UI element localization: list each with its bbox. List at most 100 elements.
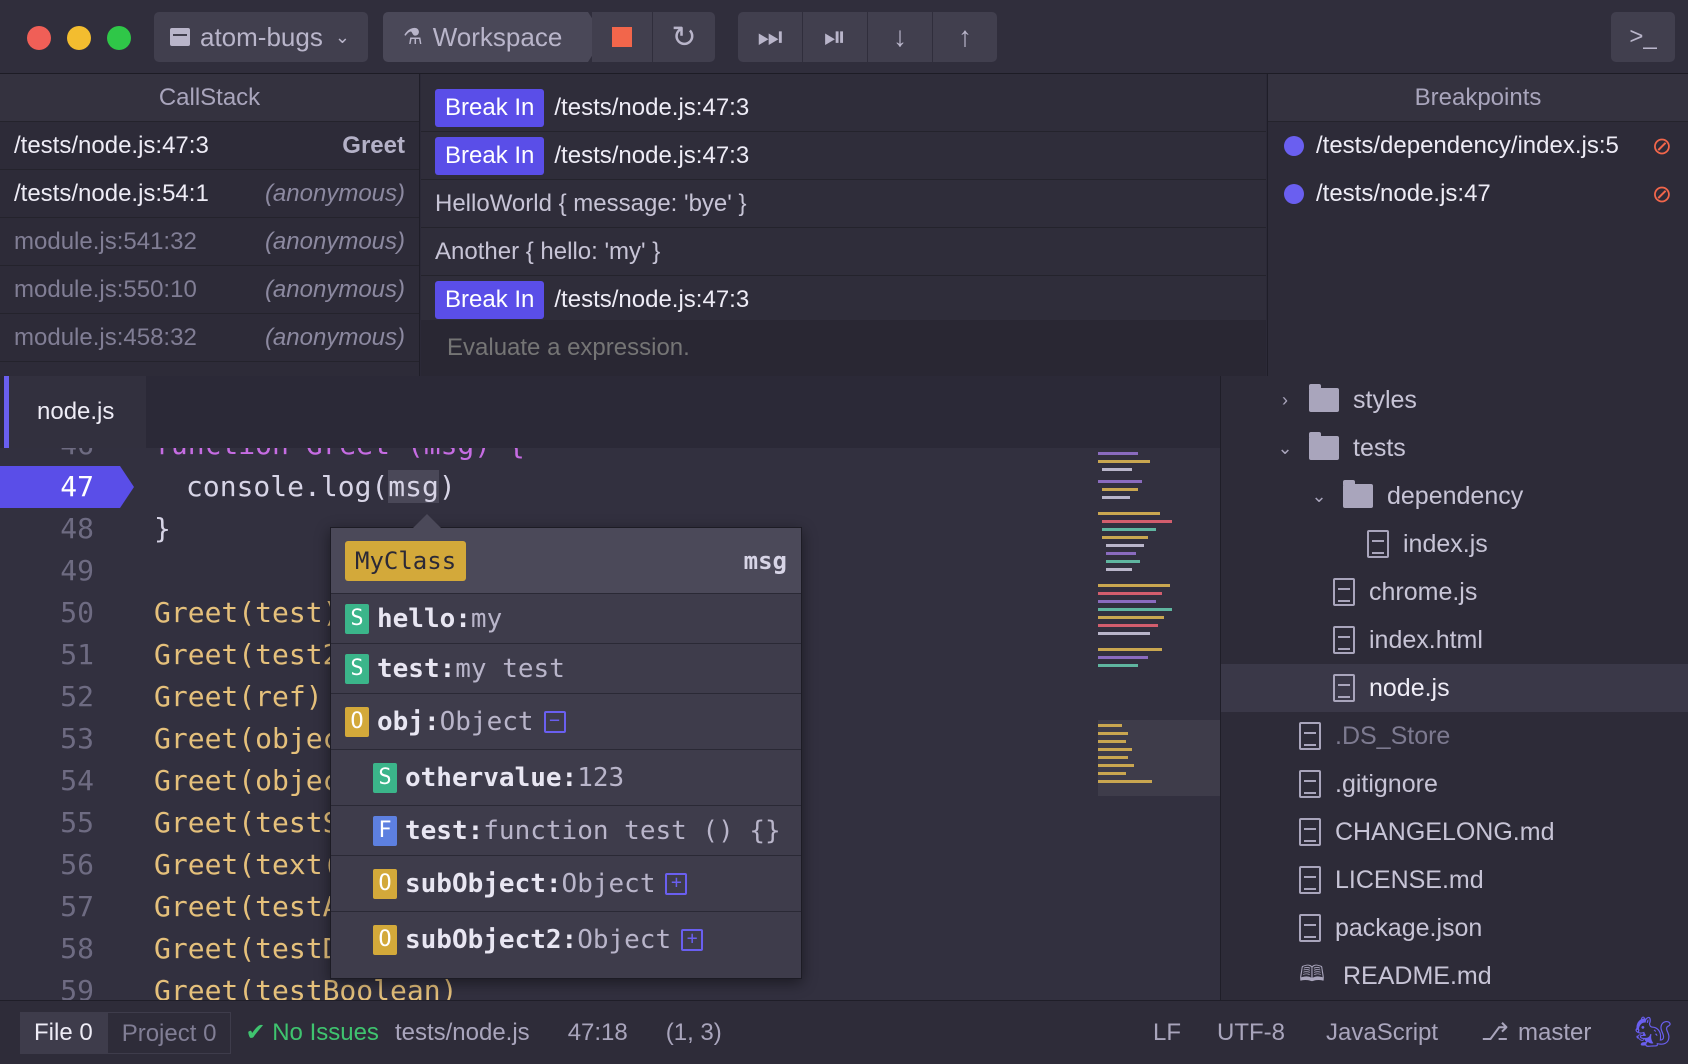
function-type-icon: F <box>373 815 397 846</box>
inspector-property[interactable]: OsubObject: Object + <box>331 856 801 912</box>
minimize-window-button[interactable] <box>67 26 91 50</box>
minimap-line <box>1102 536 1148 539</box>
callstack-location: module.js:550:10 <box>14 275 197 303</box>
callstack-location: /tests/node.js:54:1 <box>14 179 209 207</box>
stop-button[interactable] <box>592 12 652 62</box>
tree-file-readme[interactable]: 🕮 README.md <box>1221 952 1688 1000</box>
cursor-position[interactable]: 47:18 <box>568 1019 628 1047</box>
linter-status[interactable]: ✔ No Issues <box>245 1018 379 1047</box>
terminal-button[interactable]: >_ <box>1611 12 1675 62</box>
callstack-row[interactable]: /tests/node.js:47:3 Greet <box>0 122 419 170</box>
step-over-button[interactable]: ⏯ <box>803 12 867 62</box>
step-in-button[interactable]: ↓ <box>868 12 932 62</box>
folder-icon <box>1343 480 1373 508</box>
line-ending[interactable]: LF <box>1153 1001 1181 1064</box>
inspector-property[interactable]: Oobj: Object − <box>331 694 801 750</box>
callstack-function: (anonymous) <box>264 227 405 255</box>
maximize-window-button[interactable] <box>107 26 131 50</box>
tree-file-gitignore[interactable]: .gitignore <box>1221 760 1688 808</box>
tree-view: › styles ⌄ tests ⌄ dependency index.js c… <box>1220 376 1688 1000</box>
callstack-row[interactable]: /tests/node.js:54:1 (anonymous) <box>0 170 419 218</box>
continue-button[interactable]: ⏭ <box>738 12 802 62</box>
code-editor[interactable]: 46 47 48 49 50 51 52 53 54 55 56 57 58 5… <box>0 448 1220 1000</box>
tab-node-js[interactable]: node.js <box>4 376 146 448</box>
project-count: 0 <box>203 1019 217 1047</box>
console-text[interactable]: /tests/node.js:47:3 <box>554 94 749 122</box>
inspector-property[interactable]: Shello: my <box>331 594 801 644</box>
code-line: Greet(objec <box>154 722 340 755</box>
tree-item-label: .DS_Store <box>1335 721 1451 750</box>
variable-inspector-popup[interactable]: MyClass msg Shello: my Stest: my test Oo… <box>330 514 802 979</box>
tree-file-node-js[interactable]: node.js <box>1221 664 1688 712</box>
code-line: function Greet (msg) { <box>154 448 525 466</box>
minimap[interactable] <box>1094 448 1220 1000</box>
project-select[interactable]: atom-bugs ⌄ <box>154 12 368 62</box>
minimap-line <box>1106 544 1144 547</box>
tree-file-package-json[interactable]: package.json <box>1221 904 1688 952</box>
file-path[interactable]: tests/node.js <box>395 1019 530 1047</box>
callstack-row[interactable]: module.js:541:32 (anonymous) <box>0 218 419 266</box>
close-window-button[interactable] <box>27 26 51 50</box>
minimap-line <box>1098 608 1172 611</box>
tree-folder-dependency[interactable]: ⌄ dependency <box>1221 472 1688 520</box>
minimap-line <box>1106 568 1132 571</box>
squirrel-icon[interactable]: 🐿 <box>1634 1001 1672 1064</box>
property-key: obj: <box>377 706 440 737</box>
breakpoint-item[interactable]: /tests/node.js:47 ⊘ <box>1268 170 1688 218</box>
selection-count[interactable]: (1, 3) <box>666 1019 722 1047</box>
inspector-property[interactable]: Ftest: function test () {} <box>331 806 801 856</box>
line-number: 54 <box>60 764 94 797</box>
check-icon: ✔ <box>245 1019 266 1046</box>
workspace-button[interactable]: ⚗ Workspace <box>383 12 604 62</box>
file-icon <box>1333 674 1355 702</box>
string-type-icon: S <box>373 762 397 793</box>
line-number: 56 <box>60 848 94 881</box>
breakpoint-path: /tests/node.js:47 <box>1316 180 1491 207</box>
tree-file-license[interactable]: LICENSE.md <box>1221 856 1688 904</box>
restart-button[interactable]: ↻ <box>653 12 715 62</box>
expand-icon[interactable]: + <box>681 929 704 951</box>
breakpoint-item[interactable]: /tests/dependency/index.js:5 ⊘ <box>1268 122 1688 170</box>
tree-folder-styles[interactable]: › styles <box>1221 376 1688 424</box>
callstack-row[interactable]: module.js:550:10 (anonymous) <box>0 266 419 314</box>
tree-file-changelog[interactable]: CHANGELONG.md <box>1221 808 1688 856</box>
code-line: } <box>154 512 171 545</box>
remove-breakpoint-icon[interactable]: ⊘ <box>1652 180 1672 209</box>
tree-file-index-js[interactable]: index.js <box>1221 520 1688 568</box>
tree-file-ds-store[interactable]: .DS_Store <box>1221 712 1688 760</box>
file-issues-tab[interactable]: File 0 <box>20 1011 107 1054</box>
minimap-line <box>1102 496 1130 499</box>
object-type-icon: O <box>345 706 369 737</box>
inspector-property[interactable]: OsubObject2: Object + <box>331 912 801 968</box>
file-count: 0 <box>79 1018 93 1046</box>
evaluate-expression-input[interactable] <box>421 320 1266 376</box>
line-number: 55 <box>60 806 94 839</box>
tree-file-index-html[interactable]: index.html <box>1221 616 1688 664</box>
encoding[interactable]: UTF-8 <box>1217 1001 1285 1064</box>
expand-icon[interactable]: + <box>665 872 688 895</box>
stop-icon <box>612 27 632 47</box>
no-issues-label: No Issues <box>272 1019 379 1046</box>
inspector-property[interactable]: Sothervalue: 123 <box>331 750 801 806</box>
inspector-property[interactable]: Stest: my test <box>331 644 801 694</box>
collapse-icon[interactable]: − <box>543 710 566 733</box>
console-text[interactable]: /tests/node.js:47:3 <box>554 142 749 170</box>
console-text[interactable]: /tests/node.js:47:3 <box>554 286 749 314</box>
terminal-icon: >_ <box>1629 23 1657 50</box>
callstack-row[interactable]: module.js:458:32 (anonymous) <box>0 314 419 362</box>
remove-breakpoint-icon[interactable]: ⊘ <box>1652 132 1672 161</box>
grammar[interactable]: JavaScript <box>1326 1001 1438 1064</box>
current-line-number[interactable]: 47 <box>0 466 134 508</box>
property-value: my <box>470 603 503 634</box>
status-bar: File 0 Project 0 ✔ No Issues tests/node.… <box>0 1000 1688 1064</box>
property-key: hello: <box>377 603 471 634</box>
git-branch[interactable]: master <box>1518 1001 1591 1064</box>
breakpoint-dot-icon <box>1284 184 1304 204</box>
tree-file-chrome-js[interactable]: chrome.js <box>1221 568 1688 616</box>
minimap-line <box>1098 624 1158 627</box>
project-issues-tab[interactable]: Project 0 <box>106 1011 232 1054</box>
minimap-line <box>1098 600 1156 603</box>
tree-item-label: styles <box>1353 385 1417 414</box>
step-out-button[interactable]: ↑ <box>933 12 997 62</box>
tree-folder-tests[interactable]: ⌄ tests <box>1221 424 1688 472</box>
